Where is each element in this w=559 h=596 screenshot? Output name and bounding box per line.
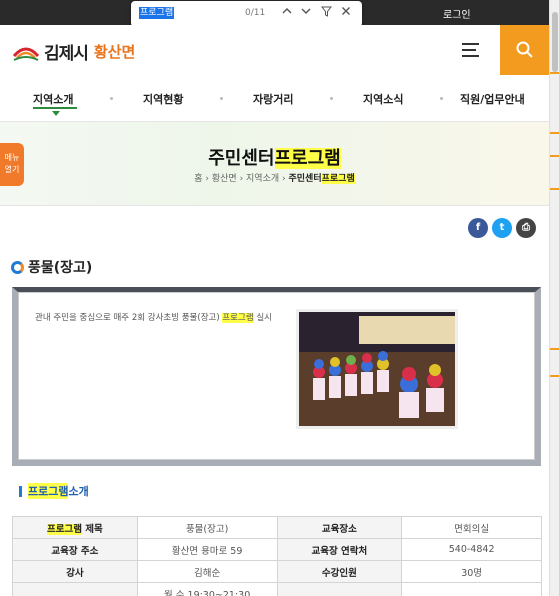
search-icon — [516, 41, 533, 58]
nav-active-underline — [33, 107, 77, 109]
section-title: 풍물(장고) — [11, 257, 92, 277]
table-header-cell: 교육장소 — [276, 516, 403, 539]
breadcrumb-home[interactable]: 홈 — [194, 174, 202, 184]
find-filter-icon[interactable] — [319, 6, 333, 20]
table-header-cell — [12, 582, 138, 596]
find-close-icon[interactable] — [339, 6, 353, 20]
twitter-share-icon[interactable]: t — [492, 218, 512, 238]
table-cell: 30명 — [401, 560, 542, 583]
city-name: 김제시 — [44, 44, 89, 64]
print-icon[interactable]: ⎙ — [516, 218, 536, 238]
page-scrollbar[interactable] — [549, 0, 559, 596]
nav-separator — [440, 97, 443, 100]
program-intro-heading: 프로그램 소개 — [19, 483, 89, 499]
breadcrumb: 홈 › 황산면 › 지역소개 › 주민센터프로그램 — [194, 174, 355, 184]
table-header-cell — [276, 582, 403, 596]
table-cell: 면회의실 — [401, 516, 542, 539]
table-header-cell: 교육장 연락처 — [276, 538, 403, 561]
hamburger-menu-icon[interactable] — [462, 39, 486, 61]
table-cell: 월 수 19:30~21:30 — [136, 582, 278, 596]
table-header-cell: 프로그램 제목 — [12, 516, 138, 539]
nav-item-staff[interactable]: 직원/업무안내 — [460, 91, 525, 107]
table-cell: 540-4842 — [401, 538, 542, 561]
table-row: 프로그램 제목 풍물(장고) 교육장소 면회의실 — [12, 516, 542, 539]
find-prev-chevron-up-icon[interactable] — [280, 6, 294, 20]
find-match-marker — [550, 132, 559, 134]
nav-item-pride[interactable]: 자랑거리 — [253, 91, 293, 107]
find-query-input[interactable]: 프로그램 — [139, 7, 175, 19]
scrollbar-thumb[interactable] — [552, 12, 558, 72]
main-nav: 지역소개 지역현황 자랑거리 지역소식 직원/업무안내 — [0, 75, 549, 122]
site-logo[interactable]: 김제시 황산면 — [12, 39, 135, 64]
program-content-box: 관내 주민을 중심으로 매주 2회 강사초빙 풍물(장고) 프로그램 실시 — [12, 287, 541, 466]
nav-item-news[interactable]: 지역소식 — [363, 91, 403, 107]
table-cell: 김해순 — [136, 560, 278, 583]
town-name: 황산면 — [93, 43, 136, 61]
find-match-marker — [550, 348, 559, 350]
nav-item-status[interactable]: 지역현황 — [143, 91, 183, 107]
search-button[interactable] — [500, 25, 549, 75]
program-photo — [296, 309, 458, 429]
nav-separator — [330, 97, 333, 100]
nav-separator — [220, 97, 223, 100]
find-match-marker — [550, 155, 559, 157]
facebook-share-icon[interactable]: f — [468, 218, 488, 238]
table-row: 월 수 19:30~21:30 — [12, 582, 542, 596]
find-match-count: 0/11 — [245, 8, 266, 18]
table-row: 교육장 주소 황산면 용마로 59 교육장 연락처 540-4842 — [12, 538, 542, 561]
table-cell: 황산면 용마로 59 — [136, 538, 278, 561]
section-ring-icon — [11, 260, 24, 274]
nav-item-intro[interactable]: 지역소개 — [33, 91, 73, 107]
breadcrumb-current: 주민센터프로그램 — [288, 174, 355, 184]
table-header-cell: 강사 — [12, 560, 138, 583]
find-match-marker — [550, 375, 559, 377]
table-row: 강사 김해순 수강인원 30명 — [12, 560, 542, 583]
page-title: 주민센터프로그램 — [208, 148, 341, 169]
page-banner: 주민센터프로그램 홈 › 황산면 › 지역소개 › 주민센터프로그램 — [0, 122, 549, 206]
breadcrumb-intro[interactable]: 지역소개 — [246, 174, 279, 184]
nav-active-caret-icon — [52, 111, 60, 116]
site-header: 김제시 황산면 — [0, 25, 549, 75]
find-match-marker — [550, 72, 559, 74]
table-cell: 풍물(장고) — [136, 516, 278, 539]
find-next-chevron-down-icon[interactable] — [299, 6, 313, 20]
heading-bar-icon — [19, 485, 22, 497]
login-link[interactable]: 로그인 — [443, 6, 471, 21]
find-in-page-bar: 프로그램 0/11 — [131, 1, 362, 27]
table-header-cell: 수강인원 — [276, 560, 403, 583]
table-cell — [401, 582, 542, 596]
program-description: 관내 주민을 중심으로 매주 2회 강사초빙 풍물(장고) 프로그램 실시 — [35, 313, 272, 323]
side-menu-toggle[interactable]: 메뉴 열기 — [0, 143, 24, 186]
program-info-table: 프로그램 제목 풍물(장고) 교육장소 면회의실 교육장 주소 황산면 용마로 … — [12, 516, 542, 596]
find-match-marker — [550, 188, 559, 190]
breadcrumb-town[interactable]: 황산면 — [212, 174, 237, 184]
table-header-cell: 교육장 주소 — [12, 538, 138, 561]
nav-separator — [110, 97, 113, 100]
city-emblem-icon — [12, 42, 40, 62]
